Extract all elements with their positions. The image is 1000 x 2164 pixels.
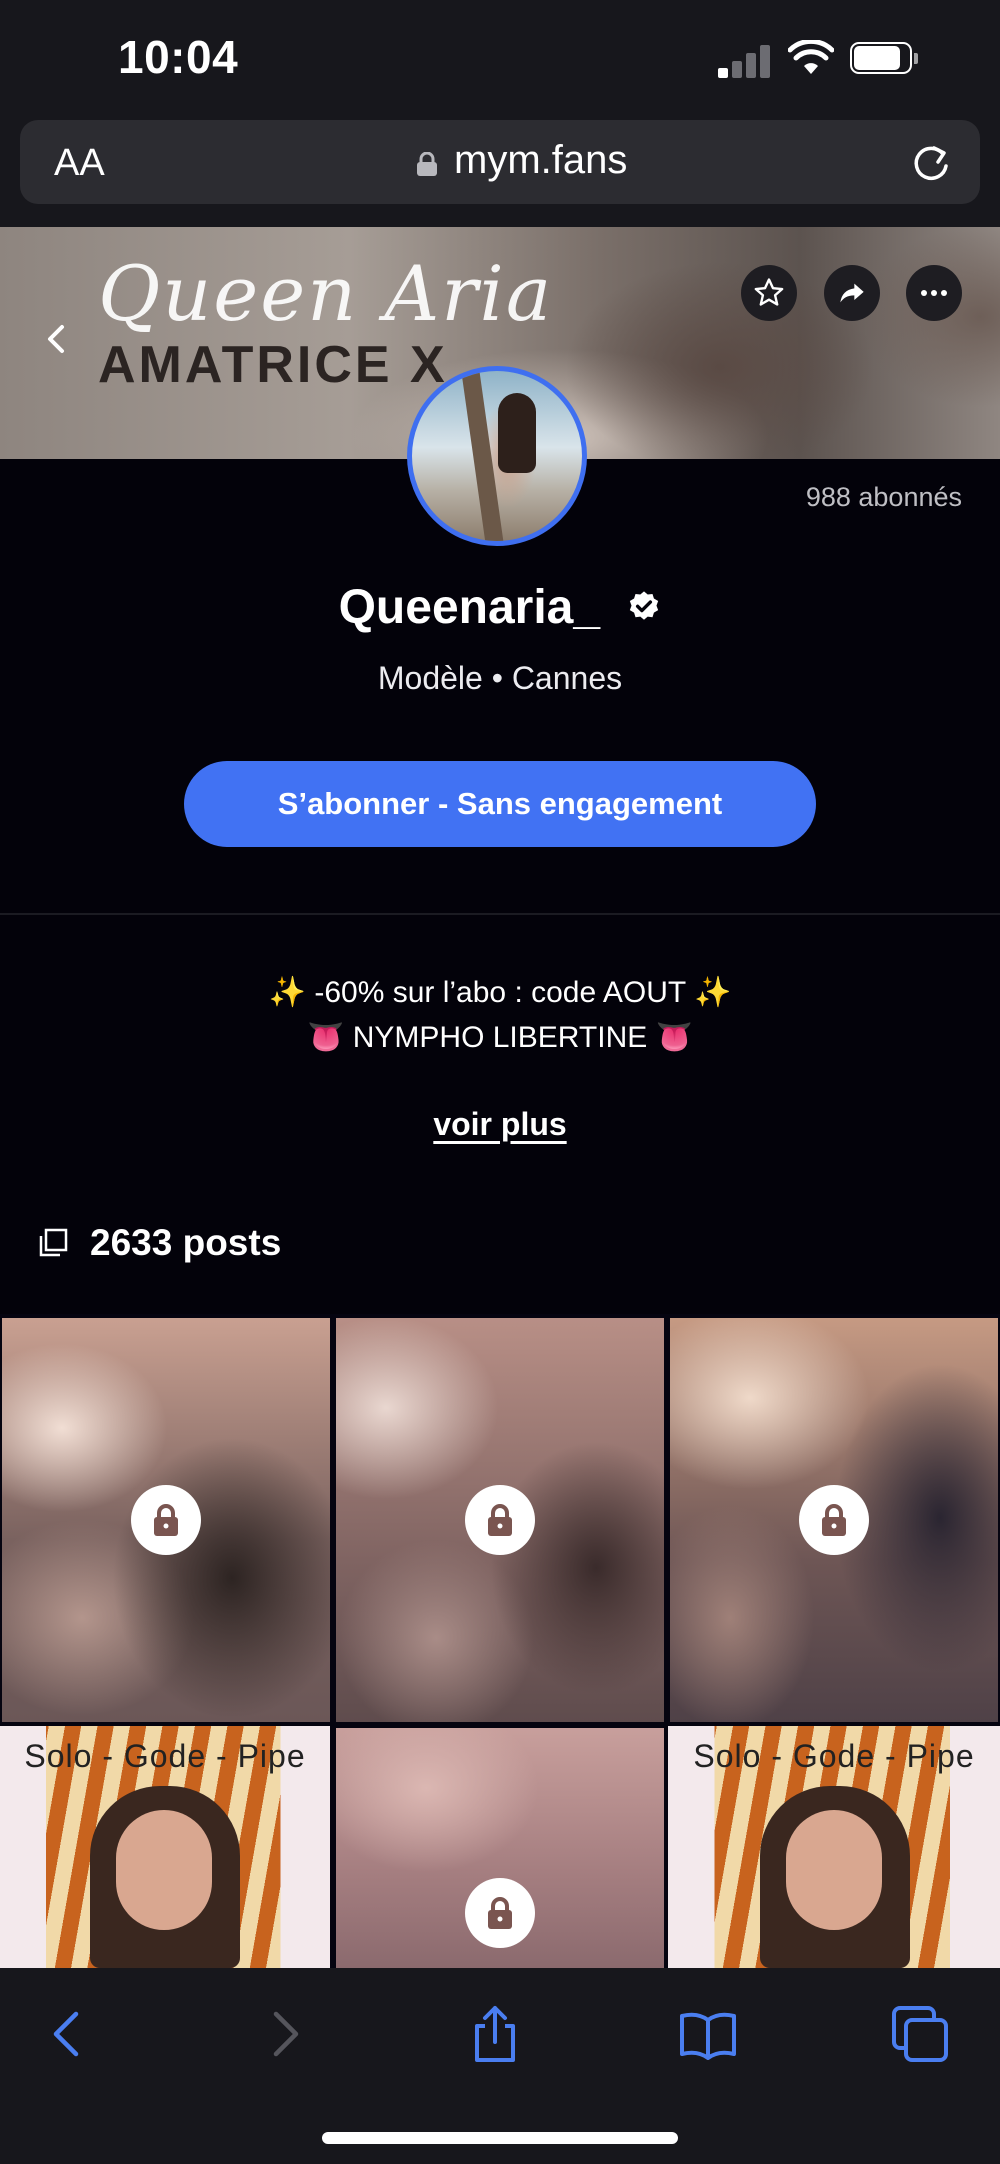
share-button[interactable] <box>824 265 880 321</box>
reload-icon[interactable] <box>910 142 952 184</box>
see-more-link[interactable]: voir plus <box>0 1106 1000 1143</box>
more-button[interactable] <box>906 265 962 321</box>
safari-forward-icon[interactable] <box>254 2004 314 2064</box>
profile-name: Queenaria_ <box>338 581 601 634</box>
verified-icon <box>630 591 659 621</box>
divider <box>0 913 1000 915</box>
share-sheet-icon[interactable] <box>465 2004 525 2064</box>
bio-line-1: ✨ -60% sur l’abo : code AOUT ✨ <box>268 976 732 1009</box>
lock-icon <box>154 1504 178 1536</box>
lock-icon <box>488 1504 512 1536</box>
more-icon <box>921 290 947 296</box>
posts-icon <box>39 1228 68 1257</box>
lock-icon <box>488 1897 512 1929</box>
lock-button[interactable] <box>799 1485 869 1555</box>
bookmarks-icon[interactable] <box>678 2004 738 2064</box>
home-indicator[interactable] <box>322 2132 678 2144</box>
post-tile-preview[interactable]: Solo - Gode - Pipe <box>0 1726 330 1968</box>
post-tile-preview[interactable]: Solo - Gode - Pipe <box>668 1726 1000 1968</box>
post-tile-locked[interactable] <box>336 1728 664 1968</box>
profile-name-row: Queenaria_ <box>0 580 1000 635</box>
bio-line-2: 👅 NYMPHO LIBERTINE 👅 <box>307 1021 693 1054</box>
profile-subtitle: Modèle • Cannes <box>377 660 623 696</box>
back-icon[interactable] <box>44 319 68 359</box>
subscribe-button[interactable]: S’abonner - Sans engagement <box>184 761 816 847</box>
subscriber-count: 988 abonnés <box>805 482 962 512</box>
banner-brand-text: AMATRICE X <box>98 336 448 394</box>
star-icon <box>754 278 784 306</box>
lock-icon <box>822 1504 846 1536</box>
status-time: 10:04 <box>118 31 239 83</box>
battery-icon <box>850 42 922 76</box>
browser-address-area: AA mym.fans <box>0 110 1000 227</box>
text-size-button[interactable]: AA <box>54 142 105 185</box>
lock-button[interactable] <box>131 1485 201 1555</box>
post-tile-locked[interactable] <box>670 1318 998 1722</box>
secure-lock-icon <box>417 152 437 176</box>
post-tile-locked[interactable] <box>336 1318 664 1722</box>
avatar[interactable] <box>407 366 587 546</box>
cellular-signal-icon <box>718 42 774 78</box>
banner-script-text: Queen Aria <box>98 249 554 338</box>
share-icon <box>840 283 864 303</box>
status-bar: 10:04 <box>0 0 1000 110</box>
wifi-icon <box>788 40 834 74</box>
favorite-button[interactable] <box>741 265 797 321</box>
address-bar[interactable]: AA mym.fans <box>20 120 980 204</box>
post-tile-locked[interactable] <box>2 1318 330 1722</box>
post-caption: Solo - Gode - Pipe <box>693 1738 975 1774</box>
posts-count: 2633 posts <box>90 1222 282 1263</box>
post-caption: Solo - Gode - Pipe <box>24 1738 306 1774</box>
url-text[interactable]: mym.fans <box>454 138 627 183</box>
tabs-icon[interactable] <box>890 2004 950 2064</box>
lock-button[interactable] <box>465 1878 535 1948</box>
safari-back-icon[interactable] <box>38 2004 98 2064</box>
lock-button[interactable] <box>465 1485 535 1555</box>
